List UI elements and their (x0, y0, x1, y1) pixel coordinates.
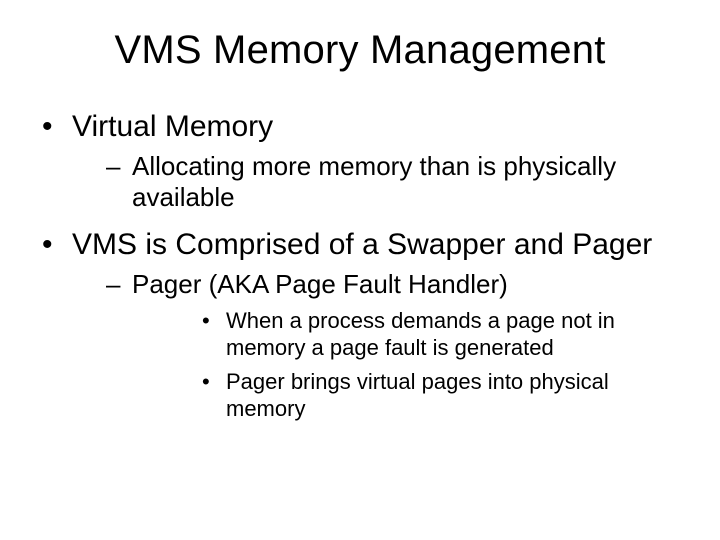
sub-bullet-list: Pager (AKA Page Fault Handler) When a pr… (72, 269, 680, 422)
sub-sub-bullet-item: Pager brings virtual pages into physical… (132, 368, 680, 423)
sub-bullet-item: Allocating more memory than is physicall… (72, 151, 680, 213)
sub-sub-bullet-text: Pager brings virtual pages into physical… (226, 369, 609, 422)
bullet-text: VMS is Comprised of a Swapper and Pager (72, 228, 652, 261)
sub-bullet-list: Allocating more memory than is physicall… (72, 151, 680, 213)
sub-sub-bullet-text: When a process demands a page not in mem… (226, 308, 615, 361)
bullet-text: Virtual Memory (72, 110, 273, 143)
sub-sub-bullet-list: When a process demands a page not in mem… (132, 307, 680, 423)
sub-sub-bullet-item: When a process demands a page not in mem… (132, 307, 680, 362)
slide: VMS Memory Management Virtual Memory All… (0, 0, 720, 540)
sub-bullet-item: Pager (AKA Page Fault Handler) When a pr… (72, 269, 680, 422)
sub-bullet-text: Allocating more memory than is physicall… (132, 151, 616, 212)
bullet-item: Virtual Memory Allocating more memory th… (40, 109, 680, 213)
bullet-item: VMS is Comprised of a Swapper and Pager … (40, 227, 680, 422)
sub-bullet-text: Pager (AKA Page Fault Handler) (132, 269, 508, 299)
slide-title: VMS Memory Management (40, 28, 680, 73)
bullet-list: Virtual Memory Allocating more memory th… (40, 109, 680, 423)
